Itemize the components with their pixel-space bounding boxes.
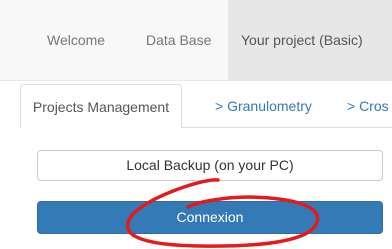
- nav-your-project[interactable]: Your project (Basic): [228, 0, 392, 80]
- nav-data-base[interactable]: Data Base: [146, 0, 211, 80]
- nav-welcome[interactable]: Welcome: [47, 0, 105, 80]
- connexion-button[interactable]: Connexion: [37, 201, 383, 234]
- tab-projects-management[interactable]: Projects Management: [20, 84, 182, 129]
- top-navbar: Welcome Data Base Your project (Basic): [0, 0, 392, 81]
- project-tabs: Projects Management > Granulometry > Cro…: [20, 84, 392, 129]
- local-backup-button[interactable]: Local Backup (on your PC): [37, 150, 383, 181]
- tab-granulometry[interactable]: > Granulometry: [215, 84, 312, 128]
- tab-cross[interactable]: > Cros: [347, 84, 389, 128]
